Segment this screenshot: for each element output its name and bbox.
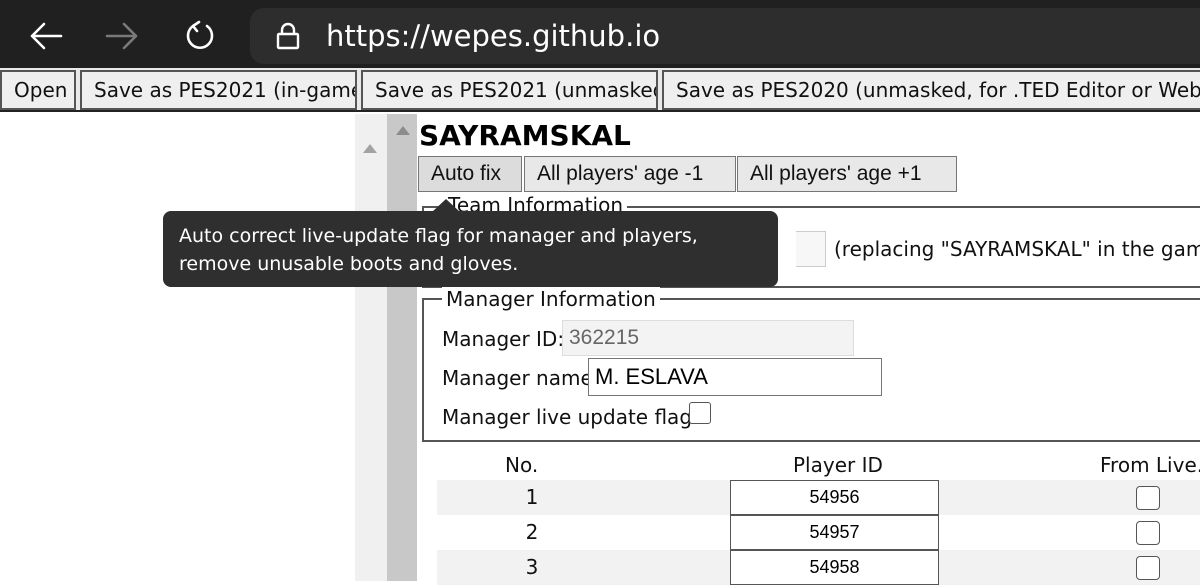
column-header-player-id: Player ID — [793, 453, 883, 477]
url-host: wepes.github.io — [429, 19, 661, 53]
table-row: 3 54958 — [437, 550, 1200, 585]
auto-fix-tooltip: Auto correct live-update flag for manage… — [163, 211, 778, 287]
team-title: SAYRAMSKAL — [419, 119, 631, 152]
address-bar[interactable]: https://wepes.github.io — [250, 8, 1200, 64]
player-number: 1 — [525, 485, 539, 509]
manager-name-label: Manager name: — [442, 366, 600, 390]
manager-information-legend: Manager Information — [442, 286, 660, 312]
back-arrow-icon — [29, 21, 63, 51]
open-button[interactable]: Open — [0, 70, 76, 110]
save-pes2021-ingame-button[interactable]: Save as PES2021 (in-game) — [80, 70, 357, 110]
player-number: 2 — [525, 520, 539, 544]
forward-button[interactable] — [92, 8, 152, 64]
players-table-header: No. Player ID From Live. — [417, 450, 1200, 480]
manager-id-label: Manager ID: — [442, 327, 565, 351]
url-scheme: https:// — [326, 19, 430, 53]
player-id-field[interactable]: 54958 — [730, 550, 939, 585]
team-list-scrollbar[interactable] — [355, 114, 387, 581]
age-minus-button[interactable]: All players' age -1 — [524, 156, 736, 192]
from-live-checkbox[interactable] — [1136, 521, 1160, 545]
player-id-field[interactable]: 54956 — [730, 480, 939, 515]
save-pes2021-unmasked-button[interactable]: Save as PES2021 (unmasked) — [361, 70, 658, 110]
manager-id-field: 362215 — [562, 320, 854, 356]
forward-arrow-icon — [105, 21, 139, 51]
team-list-panel — [0, 114, 355, 581]
from-live-checkbox[interactable] — [1136, 556, 1160, 580]
app-toolbar: Open Save as PES2021 (in-game) Save as P… — [0, 68, 1200, 112]
reload-icon — [183, 19, 217, 53]
manager-live-update-label: Manager live update flag: — [442, 405, 699, 429]
team-editor: SAYRAMSKAL Auto fix All players' age -1 … — [417, 114, 1200, 585]
team-name-input[interactable] — [796, 231, 826, 267]
back-button[interactable] — [16, 8, 76, 64]
player-number: 3 — [525, 555, 539, 579]
auto-fix-button[interactable]: Auto fix — [418, 156, 522, 192]
reload-button[interactable] — [170, 8, 230, 64]
manager-name-field[interactable]: M. ESLAVA — [588, 358, 882, 396]
table-row: 2 54957 — [437, 515, 1200, 550]
column-header-no: No. — [505, 453, 539, 477]
manager-information-section: Manager Information Manager ID: 362215 M… — [422, 286, 1200, 442]
scroll-up-arrow-icon[interactable] — [396, 126, 410, 135]
url-text: https://wepes.github.io — [326, 16, 660, 56]
player-id-field[interactable]: 54957 — [730, 515, 939, 550]
column-header-from-live: From Live. — [1100, 453, 1200, 477]
lock-icon — [276, 22, 300, 54]
browser-chrome: https://wepes.github.io — [0, 0, 1200, 68]
table-row: 1 54956 — [437, 480, 1200, 515]
replacing-note: (replacing "SAYRAMSKAL" in the game) — [834, 237, 1200, 261]
scroll-up-arrow-icon[interactable] — [363, 144, 377, 153]
from-live-checkbox[interactable] — [1136, 486, 1160, 510]
manager-live-update-checkbox[interactable] — [689, 402, 711, 424]
save-pes2020-button[interactable]: Save as PES2020 (unmasked, for .TED Edit… — [662, 70, 1200, 110]
main-scrollbar[interactable] — [387, 114, 417, 581]
age-plus-button[interactable]: All players' age +1 — [737, 156, 957, 192]
